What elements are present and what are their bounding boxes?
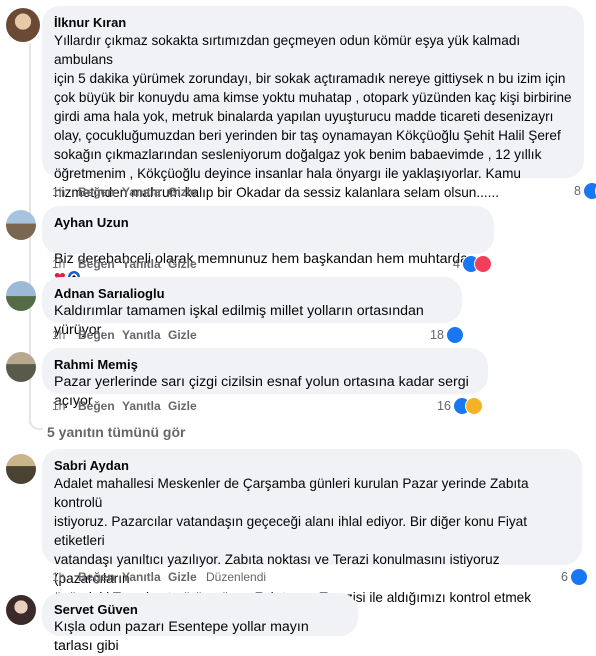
like-button[interactable]: Beğen bbox=[78, 328, 115, 342]
like-button[interactable]: Beğen bbox=[78, 257, 115, 271]
reply-button[interactable]: Yanıtla bbox=[122, 328, 161, 342]
comment-bubble: Rahmi Memiş Pazar yerlerinde sarı çizgi … bbox=[42, 348, 488, 409]
comment-time[interactable]: 1h bbox=[52, 328, 65, 342]
avatar[interactable] bbox=[6, 281, 36, 311]
hide-button[interactable]: Gizle bbox=[168, 570, 197, 584]
like-button[interactable]: Beğen bbox=[78, 570, 115, 584]
avatar[interactable] bbox=[6, 8, 40, 42]
reaction-summary[interactable]: 6 bbox=[561, 568, 588, 586]
avatar[interactable] bbox=[6, 210, 36, 240]
comment-bubble: Servet Güven Kışla odun pazarı Esentepe … bbox=[42, 593, 358, 654]
like-icon bbox=[569, 568, 588, 586]
love-icon bbox=[473, 255, 492, 273]
comment-author[interactable]: Adnan Sarıalioglu bbox=[54, 285, 450, 302]
comment-author[interactable]: Sabri Aydan bbox=[54, 457, 570, 474]
comment-time[interactable]: 1h bbox=[52, 185, 65, 199]
comment-time[interactable]: 1h bbox=[52, 257, 65, 271]
reply-button[interactable]: Yanıtla bbox=[122, 570, 161, 584]
reaction-count: 6 bbox=[561, 570, 568, 584]
hide-button[interactable]: Gizle bbox=[168, 328, 197, 342]
comment-author[interactable]: Ayhan Uzun bbox=[54, 214, 482, 231]
reaction-count: 4 bbox=[453, 257, 460, 271]
reaction-summary[interactable]: 18 bbox=[430, 326, 464, 344]
comment-text: Yıllardır çıkmaz sokakta sırtımızdan geç… bbox=[54, 33, 572, 200]
reply-button[interactable]: Yanıtla bbox=[122, 257, 161, 271]
reaction-count: 16 bbox=[437, 399, 451, 413]
haha-icon bbox=[464, 397, 483, 415]
comment-bubble: Adnan Sarıalioglu Kaldırımlar tamamen iş… bbox=[42, 277, 462, 338]
reply-thread-branch bbox=[29, 414, 43, 430]
reaction-count: 8 bbox=[574, 184, 581, 198]
comment-bubble: İlknur Kıran Yıllardır çıkmaz sokakta sı… bbox=[42, 6, 584, 200]
like-icon bbox=[445, 326, 464, 344]
comment-time[interactable]: 1h bbox=[52, 570, 65, 584]
like-button[interactable]: Beğen bbox=[78, 399, 115, 413]
comment-bubble: Sabri Aydan Adalet mahallesi Meskenler d… bbox=[42, 449, 582, 624]
comment-text: Pazar yerlerinde sarı çizgi cizilsin esn… bbox=[54, 374, 469, 409]
comment-author[interactable]: Servet Güven bbox=[54, 601, 346, 618]
view-more-replies-link[interactable]: 5 yanıtın tümünü gör bbox=[47, 424, 185, 440]
comment-time[interactable]: 1h bbox=[52, 399, 65, 413]
comment-author[interactable]: Rahmi Memiş bbox=[54, 356, 476, 373]
hide-button[interactable]: Gizle bbox=[168, 185, 197, 199]
comment-bubble: Ayhan Uzun Biz derebahceli olarak memnun… bbox=[42, 206, 494, 286]
hide-button[interactable]: Gizle bbox=[168, 257, 197, 271]
avatar[interactable] bbox=[6, 595, 36, 625]
comment-author[interactable]: İlknur Kıran bbox=[54, 14, 572, 31]
comment-text: Kışla odun pazarı Esentepe yollar mayın … bbox=[54, 619, 309, 654]
reaction-count: 18 bbox=[430, 328, 444, 342]
avatar[interactable] bbox=[6, 454, 36, 484]
reply-button[interactable]: Yanıtla bbox=[122, 399, 161, 413]
reply-button[interactable]: Yanıtla bbox=[122, 185, 161, 199]
hide-button[interactable]: Gizle bbox=[168, 399, 197, 413]
reaction-summary[interactable]: 8 bbox=[574, 182, 596, 200]
avatar[interactable] bbox=[6, 352, 36, 382]
comment-text-content: Biz derebahceli olarak memnunuz hem başk… bbox=[54, 251, 476, 267]
like-button[interactable]: Beğen bbox=[78, 185, 115, 199]
reaction-summary[interactable]: 16 bbox=[437, 397, 483, 415]
reaction-summary[interactable]: 4 bbox=[453, 255, 492, 273]
edited-label: Düzenlendi bbox=[206, 570, 267, 584]
